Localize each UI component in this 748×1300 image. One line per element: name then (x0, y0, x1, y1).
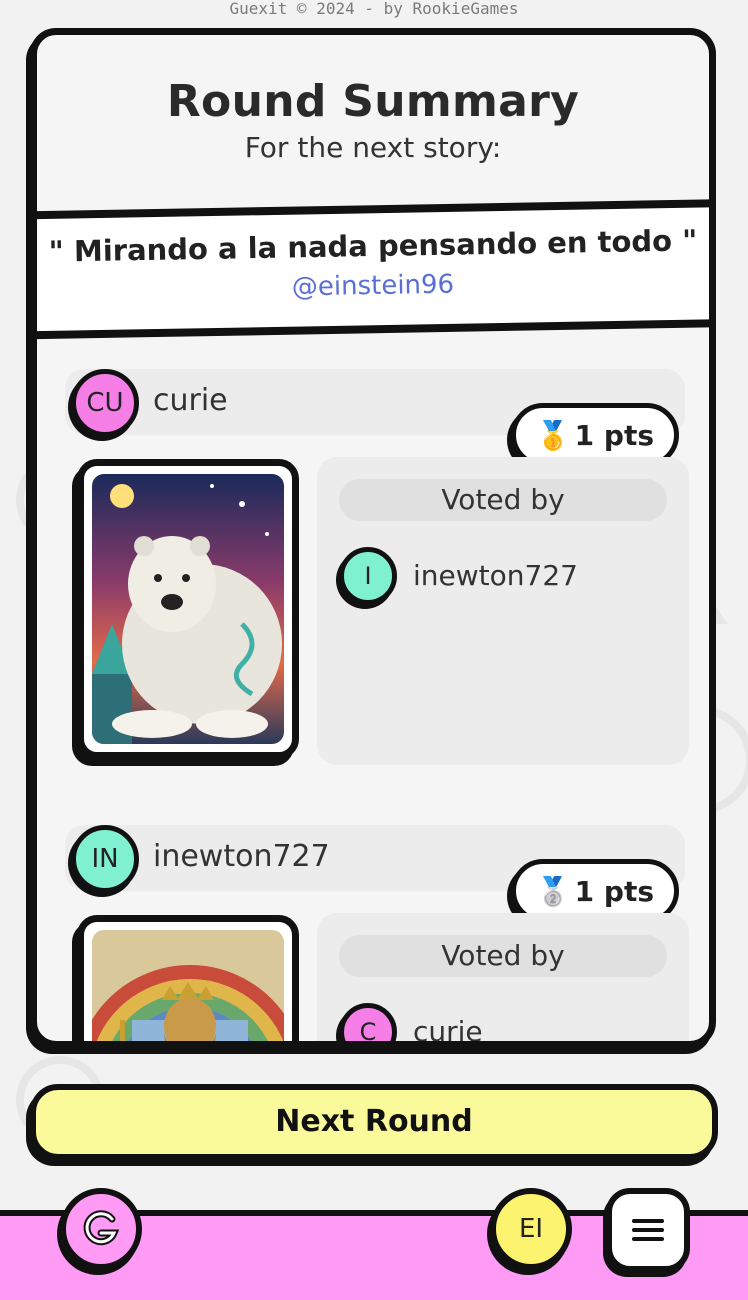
voted-by-label: Voted by (339, 935, 667, 977)
avatar: C (339, 1003, 397, 1041)
result-entry: CU curie 🥇 1 pts Voted by I inewton727 (37, 365, 709, 821)
card-image-frame[interactable] (77, 459, 299, 759)
page-title: Round Summary (166, 76, 580, 127)
player-name: inewton727 (153, 839, 330, 874)
copyright-text: Guexit © 2024 - by RookieGames (229, 0, 519, 18)
home-logo-button[interactable] (60, 1188, 142, 1270)
summary-header: Round Summary For the next story: (37, 35, 709, 207)
menu-button[interactable] (606, 1188, 690, 1272)
story-text: " Mirando a la nada pensando en todo " (48, 223, 698, 269)
voter-name: curie (413, 1015, 483, 1048)
points-value: 1 pts (574, 874, 654, 908)
avatar: CU (71, 369, 139, 437)
voted-by-label: Voted by (339, 479, 667, 521)
voter-item: C curie (339, 1003, 669, 1048)
result-entry: IN inewton727 🥈 1 pts Voted by C curie (37, 821, 709, 1048)
avatar: IN (71, 825, 139, 893)
gold-medal-icon: 🥇 (535, 418, 571, 452)
player-name: curie (153, 383, 228, 418)
page-subtitle: For the next story: (244, 131, 502, 164)
results-list[interactable]: CU curie 🥇 1 pts Voted by I inewton727 I… (37, 365, 709, 1048)
points-value: 1 pts (574, 418, 654, 452)
polar-bear-artwork (92, 474, 284, 744)
hamburger-menu-icon (632, 1219, 664, 1241)
round-summary-card: Round Summary For the next story: " Mira… (30, 28, 716, 1048)
guexit-logo-icon (83, 1210, 120, 1246)
profile-avatar-button[interactable]: EI (490, 1188, 572, 1270)
story-block: " Mirando a la nada pensando en todo " @… (37, 223, 709, 302)
voted-by-panel: Voted by I inewton727 (317, 457, 689, 765)
bearded-god-artwork (92, 930, 284, 1041)
story-author-link[interactable]: @einstein96 (37, 265, 709, 307)
voted-by-panel: Voted by C curie (317, 913, 689, 1048)
card-image-frame[interactable] (77, 915, 299, 1041)
avatar: I (339, 547, 397, 605)
voter-item: I inewton727 (339, 547, 669, 609)
silver-medal-icon: 🥈 (535, 874, 571, 908)
next-round-button[interactable]: Next Round (30, 1084, 718, 1160)
voter-name: inewton727 (413, 559, 578, 592)
